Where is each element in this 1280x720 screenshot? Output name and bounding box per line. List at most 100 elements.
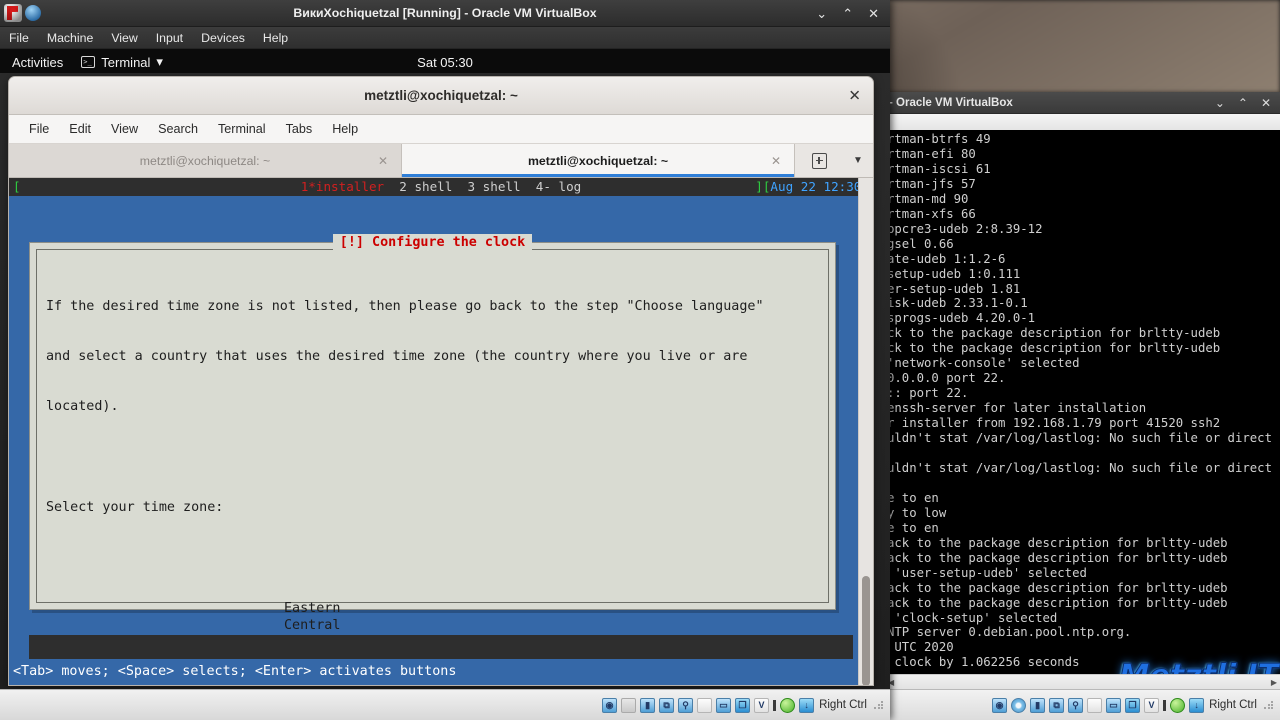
vm-maximize-icon[interactable]: ⌃ — [842, 7, 853, 20]
host-key-icon[interactable]: ↓ — [1189, 697, 1205, 713]
timezone-option-central[interactable]: Central — [284, 618, 554, 635]
vm-close-icon[interactable]: ✕ — [868, 7, 879, 20]
background-vm-titlebar[interactable]: - Oracle VM VirtualBox ⌄ ⌃ ✕ — [885, 92, 1280, 114]
terminal-scrollbar-thumb[interactable] — [862, 576, 870, 685]
hard-disk-icon[interactable]: ◉ — [992, 697, 1008, 713]
terminal-menu-item-view[interactable]: View — [101, 121, 148, 137]
gnome-terminal-close-icon[interactable]: ✕ — [848, 88, 861, 103]
gnome-terminal-tabbar[interactable]: metztli@xochiquetzal: ~ ✕ metztli@xochique… — [9, 144, 873, 178]
background-vm-maximize-icon[interactable]: ⌃ — [1238, 96, 1248, 110]
guest-os-icon — [25, 5, 41, 21]
activities-button[interactable]: Activities — [0, 55, 75, 70]
vm-menubar[interactable]: File Machine View Input Devices Help — [0, 27, 890, 49]
hard-disk-icon[interactable]: ◉ — [602, 697, 618, 713]
resize-grip-icon[interactable] — [873, 699, 884, 711]
log-line: 'clock-setup' selected — [887, 610, 1058, 625]
vm-menu-item-help[interactable]: Help — [254, 29, 297, 47]
floppy-icon[interactable]: ▮ — [640, 697, 656, 713]
log-line: setup-udeb 1:0.111 — [887, 266, 1021, 281]
vrde-icon[interactable]: V — [754, 697, 770, 713]
gnome-terminal-title: metztli@xochiquetzal: ~ — [364, 88, 518, 103]
vm-menu-item-view[interactable]: View — [102, 29, 146, 47]
gnome-topbar[interactable]: Activities >_ Terminal ▾ Sat 05:30 — [0, 49, 890, 76]
terminal-tab-1[interactable]: metztli@xochiquetzal: ~ ✕ — [9, 144, 402, 177]
vrde-icon[interactable]: V — [1144, 697, 1160, 713]
log-line: rtman-xfs 66 — [887, 206, 976, 221]
log-line: ack to the package description for brltt… — [887, 595, 1228, 610]
new-tab-button[interactable] — [795, 144, 843, 177]
installer-dialog: [!] Configure the clock If the desired t… — [29, 234, 836, 685]
shared-folder-icon[interactable] — [1087, 697, 1103, 713]
vm-menu-item-file[interactable]: File — [0, 29, 38, 47]
log-line: rtman-efi 80 — [887, 146, 976, 161]
background-vm-close-icon[interactable]: ✕ — [1261, 96, 1271, 110]
mouse-capture-icon[interactable] — [780, 697, 796, 713]
log-line: NTP server 0.debian.pool.ntp.org. — [887, 625, 1132, 640]
background-vm-title-text: - Oracle VM VirtualBox — [889, 96, 1013, 109]
terminal-screen[interactable]: [ 1*installer 2 shell 3 shell 4- log ] [… — [9, 178, 873, 685]
scroll-right-arrow-icon[interactable]: ▶ — [1271, 678, 1277, 687]
resize-grip-icon[interactable] — [1263, 699, 1274, 711]
installer-bottom-dark-strip — [29, 635, 853, 659]
floppy-icon[interactable]: ▮ — [1030, 697, 1046, 713]
network-icon[interactable]: ⧉ — [1049, 697, 1065, 713]
background-vm-window-controls[interactable]: ⌄ ⌃ ✕ — [1215, 96, 1280, 110]
tmux-window-rest[interactable]: 2 shell 3 shell 4- log — [384, 179, 581, 194]
vm-host-key-label: Right Ctrl — [819, 699, 867, 711]
background-vm-horizontal-scrollbar[interactable]: ◀ ▶ — [885, 674, 1280, 690]
terminal-menu-item-edit[interactable]: Edit — [59, 121, 101, 137]
vm-menu-item-devices[interactable]: Devices — [192, 29, 254, 47]
log-line: ack to the package description for brltt… — [887, 580, 1228, 595]
optical-disk-icon[interactable] — [621, 697, 637, 713]
timezone-option-eastern[interactable]: Eastern — [284, 601, 554, 618]
clipboard-icon[interactable]: ❐ — [735, 697, 751, 713]
display-icon[interactable]: ▭ — [716, 697, 732, 713]
mouse-capture-icon[interactable] — [1170, 697, 1186, 713]
vm-window-controls[interactable]: ⌄ ⌃ ✕ — [816, 7, 890, 20]
vm-menu-item-input[interactable]: Input — [147, 29, 192, 47]
log-line: ack to the package description for brltt… — [887, 535, 1228, 550]
gnome-terminal-menubar[interactable]: File Edit View Search Terminal Tabs Help — [9, 115, 873, 144]
log-line: e to en — [887, 520, 939, 535]
terminal-menu-item-tabs[interactable]: Tabs — [276, 121, 323, 137]
usb-icon[interactable]: ⚲ — [678, 697, 694, 713]
background-vm-window[interactable]: - Oracle VM VirtualBox ⌄ ⌃ ✕ rtman-btrfs… — [885, 92, 1280, 720]
network-icon[interactable]: ⧉ — [659, 697, 675, 713]
log-line: sprogs-udeb 4.20.0-1 — [887, 311, 1036, 326]
log-line: clock by 1.062256 seconds — [887, 655, 1080, 670]
app-menu-label: Terminal — [101, 54, 151, 70]
vm-menu-item-machine[interactable]: Machine — [38, 29, 102, 47]
chevron-down-icon[interactable]: ▾ — [156, 54, 163, 70]
terminal-tab-close-icon[interactable]: ✕ — [378, 154, 388, 168]
terminal-menu-item-help[interactable]: Help — [322, 121, 368, 137]
display-icon[interactable]: ▭ — [1106, 697, 1122, 713]
terminal-icon: >_ — [81, 56, 96, 68]
app-menu-terminal[interactable]: >_ Terminal ▾ — [75, 54, 169, 70]
tab-list-dropdown[interactable]: ▼ — [843, 144, 873, 177]
optical-disk-icon[interactable] — [1011, 697, 1027, 713]
shared-folder-icon[interactable] — [697, 697, 713, 713]
host-key-icon[interactable]: ↓ — [799, 697, 815, 713]
terminal-menu-item-file[interactable]: File — [19, 121, 59, 137]
clipboard-icon[interactable]: ❐ — [1125, 697, 1141, 713]
gnome-terminal-window[interactable]: metztli@xochiquetzal: ~ ✕ File Edit View Se… — [8, 76, 874, 686]
vm-titlebar[interactable]: ВикиXochiquetzal [Running] - Oracle VM V… — [0, 0, 890, 27]
terminal-scrollbar[interactable] — [858, 178, 873, 685]
usb-icon[interactable]: ⚲ — [1068, 697, 1084, 713]
tmux-window-active[interactable]: 1*installer — [301, 179, 384, 194]
terminal-menu-item-terminal[interactable]: Terminal — [208, 121, 276, 137]
vm-status-icons[interactable]: ◉ ▮ ⧉ ⚲ ▭ ❐ V ↓ — [602, 697, 815, 713]
dialog-prompt: Select your time zone: — [46, 500, 224, 516]
background-vm-status-icons[interactable]: ◉ ▮ ⧉ ⚲ ▭ ❐ V ↓ — [992, 697, 1205, 713]
terminal-menu-item-search[interactable]: Search — [148, 121, 208, 137]
gnome-terminal-titlebar[interactable]: metztli@xochiquetzal: ~ ✕ — [9, 77, 873, 115]
log-line: er-setup-udeb 1.81 — [887, 281, 1021, 296]
terminal-tab-2[interactable]: metztli@xochiquetzal: ~ ✕ — [402, 144, 795, 177]
log-line: ck to the package description for brltty… — [887, 326, 1221, 341]
log-line: 'network-console' selected — [887, 356, 1080, 371]
background-vm-minimize-icon[interactable]: ⌄ — [1215, 96, 1225, 110]
installer-backdrop: [!] Configure the clock If the desired t… — [9, 196, 873, 685]
vm-minimize-icon[interactable]: ⌄ — [816, 7, 827, 20]
terminal-tab-close-icon[interactable]: ✕ — [771, 154, 781, 168]
virtualbox-vm-window[interactable]: ВикиXochiquetzal [Running] - Oracle VM V… — [0, 0, 890, 720]
